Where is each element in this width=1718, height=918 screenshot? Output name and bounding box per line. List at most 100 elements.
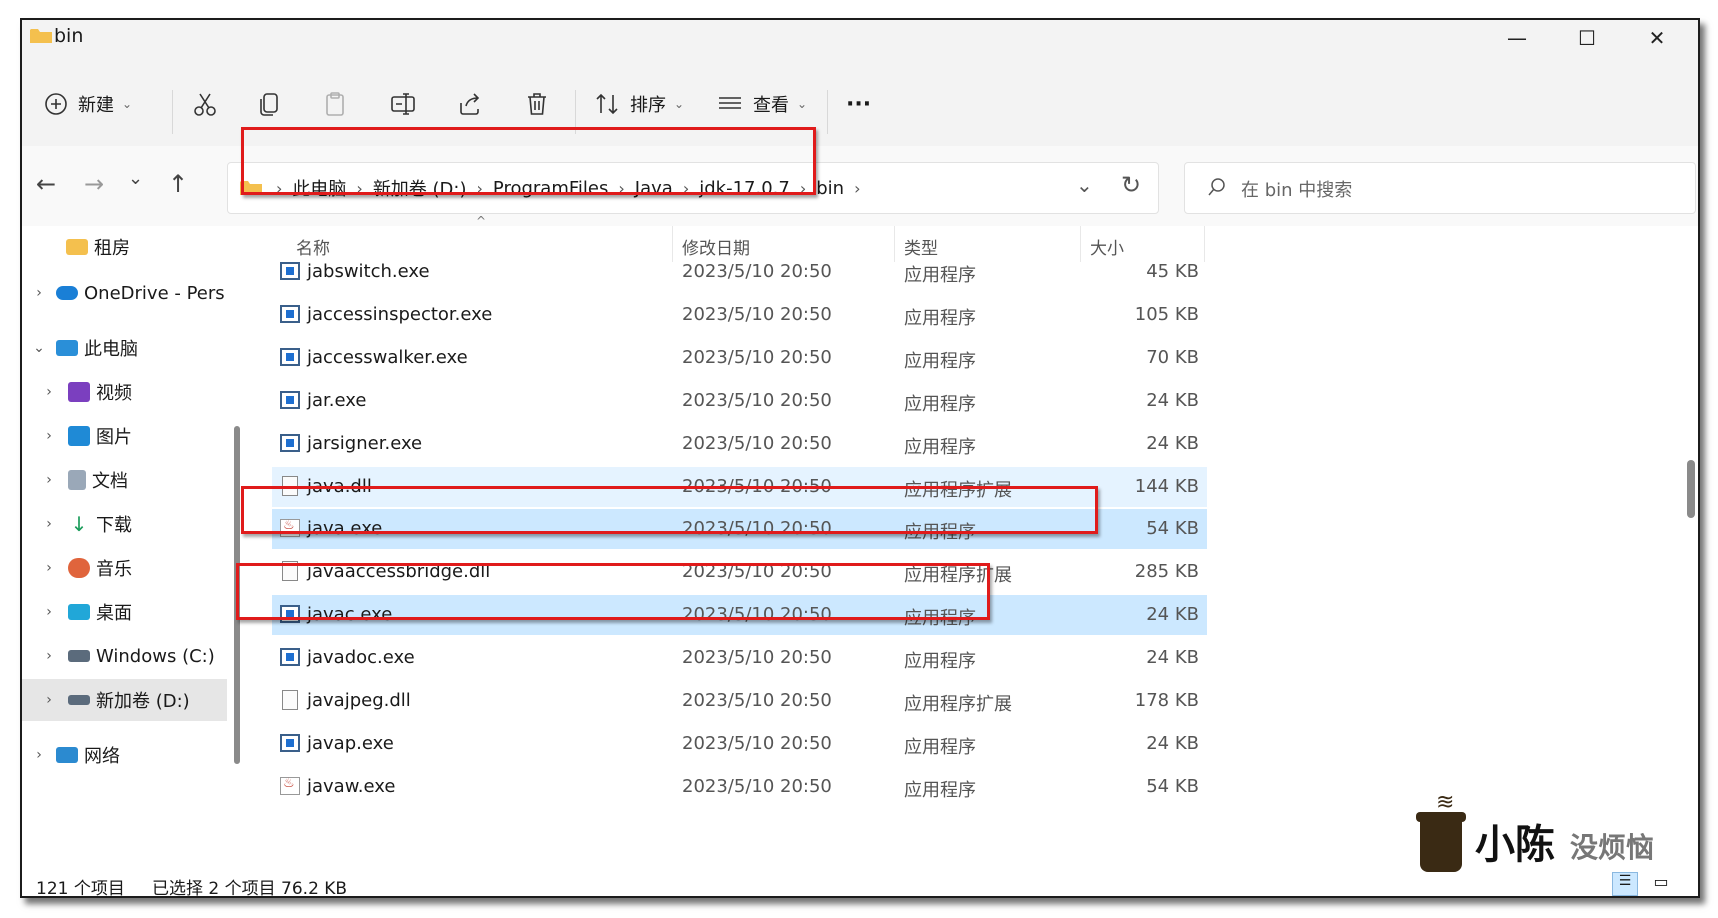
file-date: 2023/5/10 20:50 [682, 690, 832, 711]
download-icon: ↓ [70, 512, 88, 536]
forward-button[interactable]: → [84, 170, 104, 198]
java-exe-highlight-frame [241, 486, 1098, 534]
toolbar-divider [827, 90, 828, 134]
recent-locations-button[interactable]: ⌄ [128, 168, 143, 189]
table-row[interactable]: jar.exe 2023/5/10 20:50 应用程序 24 KB [272, 381, 1207, 421]
sidebar-item-this-pc[interactable]: ⌄ 此电脑 [22, 327, 227, 369]
video-icon [68, 382, 90, 402]
file-size: 54 KB [1146, 518, 1199, 540]
table-row[interactable]: javap.exe 2023/5/10 20:50 应用程序 24 KB [272, 724, 1207, 764]
sidebar-item-pictures[interactable]: › 图片 [22, 415, 227, 457]
coffee-cup-icon [1416, 812, 1466, 872]
chevron-right-icon[interactable]: › [42, 692, 56, 708]
file-name: jaccesswalker.exe [307, 346, 468, 368]
chevron-right-icon[interactable]: › [42, 516, 56, 532]
refresh-button[interactable]: ↻ [1121, 171, 1141, 199]
folder-icon [66, 239, 88, 255]
paste-button[interactable] [322, 84, 348, 124]
sidebar-item-network[interactable]: › 网络 [22, 734, 227, 776]
sort-label: 排序 [630, 95, 666, 116]
exe-file-icon [280, 262, 300, 280]
sidebar-item-videos[interactable]: › 视频 [22, 371, 227, 413]
file-date: 2023/5/10 20:50 [682, 346, 832, 368]
scissors-icon [194, 93, 216, 116]
file-size: 24 KB [1146, 604, 1199, 626]
selection-info: 已选择 2 个项目 76.2 KB [152, 879, 348, 898]
sidebar-item-drive-d[interactable]: › 新加卷 (D:) [22, 679, 227, 721]
search-input[interactable]: 在 bin 中搜索 [1184, 162, 1696, 214]
sidebar-item-label: 租房 [94, 238, 130, 259]
desktop-icon [68, 604, 90, 620]
exe-file-icon [280, 347, 300, 366]
file-size: 70 KB [1146, 346, 1199, 368]
sort-button[interactable]: 排序 ⌄ [594, 84, 684, 124]
window-title: bin [54, 25, 84, 47]
sidebar-item-music[interactable]: › 音乐 [22, 547, 227, 589]
chevron-right-icon[interactable]: › [42, 560, 56, 576]
music-icon [68, 558, 90, 578]
table-row[interactable]: javadoc.exe 2023/5/10 20:50 应用程序 24 KB [272, 638, 1207, 678]
picture-icon [68, 426, 90, 446]
file-size: 24 KB [1146, 647, 1199, 669]
chevron-right-icon[interactable]: › [32, 747, 46, 763]
file-name: javaw.exe [307, 775, 396, 797]
sort-indicator-icon: ^ [476, 214, 487, 228]
file-date: 2023/5/10 20:50 [682, 432, 832, 454]
file-list-scrollbar[interactable] [1687, 460, 1695, 518]
file-size: 45 KB [1146, 261, 1199, 282]
sidebar-item-rent-folder[interactable]: 租房 [22, 226, 227, 268]
drive-icon [68, 695, 90, 705]
file-type: 应用程序 [904, 779, 976, 801]
breadcrumb-separator: › [854, 178, 861, 198]
sidebar-item-downloads[interactable]: › ↓ 下载 [22, 503, 227, 545]
address-dropdown-button[interactable]: ⌄ [1076, 173, 1093, 197]
table-row[interactable]: jabswitch.exe 2023/5/10 20:50 应用程序 45 KB [272, 252, 1207, 292]
chevron-down-icon[interactable]: ⌄ [32, 340, 46, 356]
file-type: 应用程序 [904, 651, 976, 673]
sidebar-item-documents[interactable]: › 文档 [22, 459, 227, 501]
drive-icon [68, 650, 90, 662]
view-button[interactable]: 查看 ⌄ [717, 84, 807, 124]
file-date: 2023/5/10 20:50 [682, 261, 832, 282]
rename-button[interactable] [390, 84, 418, 124]
table-row[interactable]: jaccessinspector.exe 2023/5/10 20:50 应用程序 1… [272, 295, 1207, 335]
copy-icon [260, 93, 278, 116]
cut-button[interactable] [192, 84, 218, 124]
chevron-right-icon[interactable]: › [42, 604, 56, 620]
table-row[interactable]: javajpeg.dll 2023/5/10 20:50 应用程序扩展 178 KB [272, 681, 1207, 721]
table-row[interactable]: jarsigner.exe 2023/5/10 20:50 应用程序 24 KB [272, 424, 1207, 464]
minimize-button[interactable]: — [1482, 20, 1552, 56]
cloud-icon [56, 286, 78, 300]
sort-icon [596, 93, 618, 115]
sidebar-item-drive-c[interactable]: › Windows (C:) [22, 635, 227, 677]
file-size: 144 KB [1134, 475, 1199, 497]
file-list: 名称 ^ 修改日期 类型 大小 jabswitch.exe 2023/5/10 2… [272, 214, 1672, 874]
table-row[interactable]: javaw.exe 2023/5/10 20:50 应用程序 54 KB [272, 767, 1207, 807]
sidebar-item-label: OneDrive - Pers [84, 282, 225, 304]
file-size: 24 KB [1146, 389, 1199, 411]
share-button[interactable] [457, 84, 483, 124]
table-row[interactable]: jaccesswalker.exe 2023/5/10 20:50 应用程序 70 K… [272, 338, 1207, 378]
view-label: 查看 [753, 95, 789, 116]
network-icon [56, 747, 78, 763]
up-button[interactable]: ↑ [168, 170, 188, 198]
watermark-text-primary: 小陈 [1475, 822, 1555, 868]
more-options-button[interactable]: ··· [846, 84, 871, 124]
close-button[interactable]: ✕ [1622, 20, 1692, 56]
chevron-right-icon[interactable]: › [32, 285, 46, 301]
sidebar-item-onedrive[interactable]: › OneDrive - Pers [22, 272, 227, 314]
navigation-pane: 租房 › OneDrive - Pers ⌄ 此电脑 › 视频 › 图片 › 文… [22, 226, 247, 874]
sidebar-item-desktop[interactable]: › 桌面 [22, 591, 227, 633]
file-date: 2023/5/10 20:50 [682, 303, 832, 325]
back-button[interactable]: ← [36, 170, 56, 198]
breadcrumb-item-bin[interactable]: bin [816, 178, 844, 199]
chevron-right-icon[interactable]: › [42, 384, 56, 400]
chevron-right-icon[interactable]: › [42, 472, 56, 488]
copy-button[interactable] [257, 84, 283, 124]
delete-button[interactable] [524, 84, 550, 124]
new-button[interactable]: 新建 ⌄ [44, 84, 132, 124]
maximize-button[interactable]: ☐ [1552, 20, 1622, 56]
chevron-right-icon[interactable]: › [42, 648, 56, 664]
chevron-right-icon[interactable]: › [42, 428, 56, 444]
sidebar-item-label: Windows (C:) [96, 645, 215, 667]
